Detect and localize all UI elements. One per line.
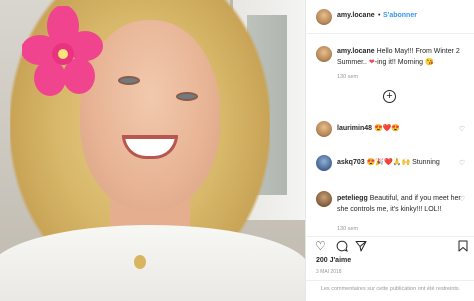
share-icon[interactable]	[355, 240, 367, 252]
heart-outline-icon[interactable]: ♡	[459, 159, 465, 167]
post-sidebar: amy.locane • S'abonner amy.locane Hello …	[305, 0, 474, 301]
post-photo[interactable]	[0, 0, 305, 301]
post-actions: ♡	[306, 236, 474, 254]
comment-username[interactable]: laurimin48	[337, 125, 372, 132]
separator-dot: •	[378, 12, 381, 19]
post-date: 3 MAI 2018	[316, 269, 342, 275]
comment-username[interactable]: askq703	[337, 159, 365, 166]
follow-button[interactable]: S'abonner	[383, 12, 417, 19]
caption-text: amy.locane Hello May!!! From Winter 2 Su…	[337, 46, 469, 68]
comment-text: laurimin48 😍❤️😍	[337, 123, 469, 134]
plus-circle-icon[interactable]: +	[383, 90, 396, 103]
caption-username[interactable]: amy.locane	[337, 48, 375, 55]
pink-flower-icon	[22, 6, 103, 96]
post-header: amy.locane • S'abonner	[306, 0, 474, 34]
likes-count[interactable]: 200 J'aime	[316, 257, 351, 264]
comment-text: peteliegg Beautiful, and if you meet her…	[337, 193, 469, 215]
avatar[interactable]	[316, 9, 332, 25]
comment-body: 😍❤️😍	[373, 125, 401, 132]
heart-outline-icon[interactable]: ♡	[459, 195, 465, 203]
kiss-emoji: 😘	[424, 59, 434, 66]
avatar[interactable]	[316, 155, 332, 171]
comment-timestamp: 130 sem	[337, 226, 359, 232]
comment-body: 😍🎉❤️🙏🙌 Stunning	[366, 159, 440, 166]
right-eye	[176, 92, 198, 101]
comments-restricted-notice: Les commentaires sur cette publication o…	[306, 280, 474, 301]
bookmark-icon[interactable]	[458, 240, 468, 252]
avatar[interactable]	[316, 191, 332, 207]
necklace-pendant	[134, 255, 146, 269]
comment-item: peteliegg Beautiful, and if you meet her…	[306, 191, 474, 232]
heart-outline-icon[interactable]: ♡	[315, 240, 326, 252]
comment-item: laurimin48 😍❤️😍 ♡	[306, 121, 474, 141]
avatar[interactable]	[316, 46, 332, 62]
white-shirt	[0, 225, 305, 301]
caption-body-2: -ing it!! Morning	[374, 59, 425, 66]
caption-timestamp: 130 sem	[337, 74, 359, 80]
avatar[interactable]	[316, 121, 332, 137]
comment-item: askq703 😍🎉❤️🙏🙌 Stunning ♡	[306, 155, 474, 175]
comment-icon[interactable]	[336, 240, 348, 252]
comment-text: askq703 😍🎉❤️🙏🙌 Stunning	[337, 157, 469, 168]
header-username[interactable]: amy.locane	[337, 12, 375, 19]
heart-outline-icon[interactable]: ♡	[459, 125, 465, 133]
comment-username[interactable]: peteliegg	[337, 195, 368, 202]
left-eye	[118, 76, 140, 85]
